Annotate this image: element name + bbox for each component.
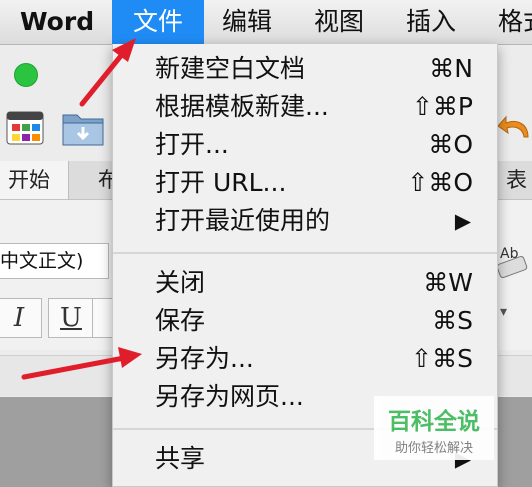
menu-item-label: 共享 xyxy=(155,444,206,473)
underline-button[interactable]: U xyxy=(48,298,94,338)
menu-item-shortcut: ⌘O xyxy=(428,130,473,159)
menu-item-label: 根据模板新建... xyxy=(155,92,329,121)
menu-item-open-recent[interactable]: 打开最近使用的 ▶ xyxy=(113,202,497,240)
menu-item-label: 保存 xyxy=(155,306,206,335)
menu-item-shortcut: ⇧⌘S xyxy=(411,344,473,373)
menu-item-label: 打开最近使用的 xyxy=(155,206,331,235)
menu-item-save-as[interactable]: 另存为... ⇧⌘S xyxy=(113,340,497,378)
svg-text:Ab: Ab xyxy=(500,246,519,262)
open-folder-icon[interactable] xyxy=(60,107,106,147)
underline-dropdown[interactable] xyxy=(92,298,114,338)
menu-item-shortcut: ⌘S xyxy=(432,306,473,335)
menu-item-label: 打开 URL... xyxy=(155,168,287,197)
menu-item-label: 另存为网页... xyxy=(155,382,304,411)
window-zoom-button[interactable] xyxy=(14,63,38,87)
watermark-title: 百科全说 xyxy=(388,409,480,435)
text-styles-icon[interactable]: Ab xyxy=(492,240,532,278)
menu-separator xyxy=(113,252,497,254)
watermark-logo: 百科全说 助你轻松解决 xyxy=(374,396,494,460)
menu-item-save[interactable]: 保存 ⌘S xyxy=(113,302,497,340)
menu-file[interactable]: 文件 xyxy=(112,0,204,44)
undo-icon[interactable] xyxy=(496,109,532,145)
menu-item-close[interactable]: 关闭 ⌘W xyxy=(113,264,497,302)
menu-item-open-url[interactable]: 打开 URL... ⇧⌘O xyxy=(113,164,497,202)
menu-item-open[interactable]: 打开... ⌘O xyxy=(113,126,497,164)
menu-item-label: 新建空白文档 xyxy=(155,54,306,83)
view-gallery-icon[interactable] xyxy=(6,110,44,146)
color-dropdown-icon[interactable]: ▾ xyxy=(500,304,532,330)
menu-edit[interactable]: 编辑 xyxy=(222,0,272,44)
tab-home[interactable]: 开始 xyxy=(0,161,69,199)
menu-item-shortcut: ⌘W xyxy=(423,268,473,297)
menu-item-shortcut: ⇧⌘P xyxy=(411,92,473,121)
submenu-arrow-icon: ▶ xyxy=(454,209,471,233)
menu-bar: Word 文件 编辑 视图 插入 格式 xyxy=(0,0,532,45)
menu-item-shortcut: ⌘N xyxy=(429,54,473,83)
menu-view[interactable]: 视图 xyxy=(314,0,364,44)
menu-item-label: 关闭 xyxy=(155,268,206,297)
menu-format[interactable]: 格式 xyxy=(498,0,532,44)
menu-item-label: 另存为... xyxy=(155,344,254,373)
italic-button[interactable]: I xyxy=(0,298,42,338)
tab-table[interactable]: 表 xyxy=(498,161,532,199)
font-name-field[interactable]: 中文正文) xyxy=(0,243,109,279)
watermark-subtitle: 助你轻松解决 xyxy=(394,441,473,456)
menu-item-new-from-template[interactable]: 根据模板新建... ⇧⌘P xyxy=(113,88,497,126)
menu-item-label: 打开... xyxy=(155,130,229,159)
app-menu-word[interactable]: Word xyxy=(20,0,94,44)
menu-item-shortcut: ⇧⌘O xyxy=(407,168,473,197)
menu-item-new-blank[interactable]: 新建空白文档 ⌘N xyxy=(113,50,497,88)
menu-insert[interactable]: 插入 xyxy=(406,0,456,44)
